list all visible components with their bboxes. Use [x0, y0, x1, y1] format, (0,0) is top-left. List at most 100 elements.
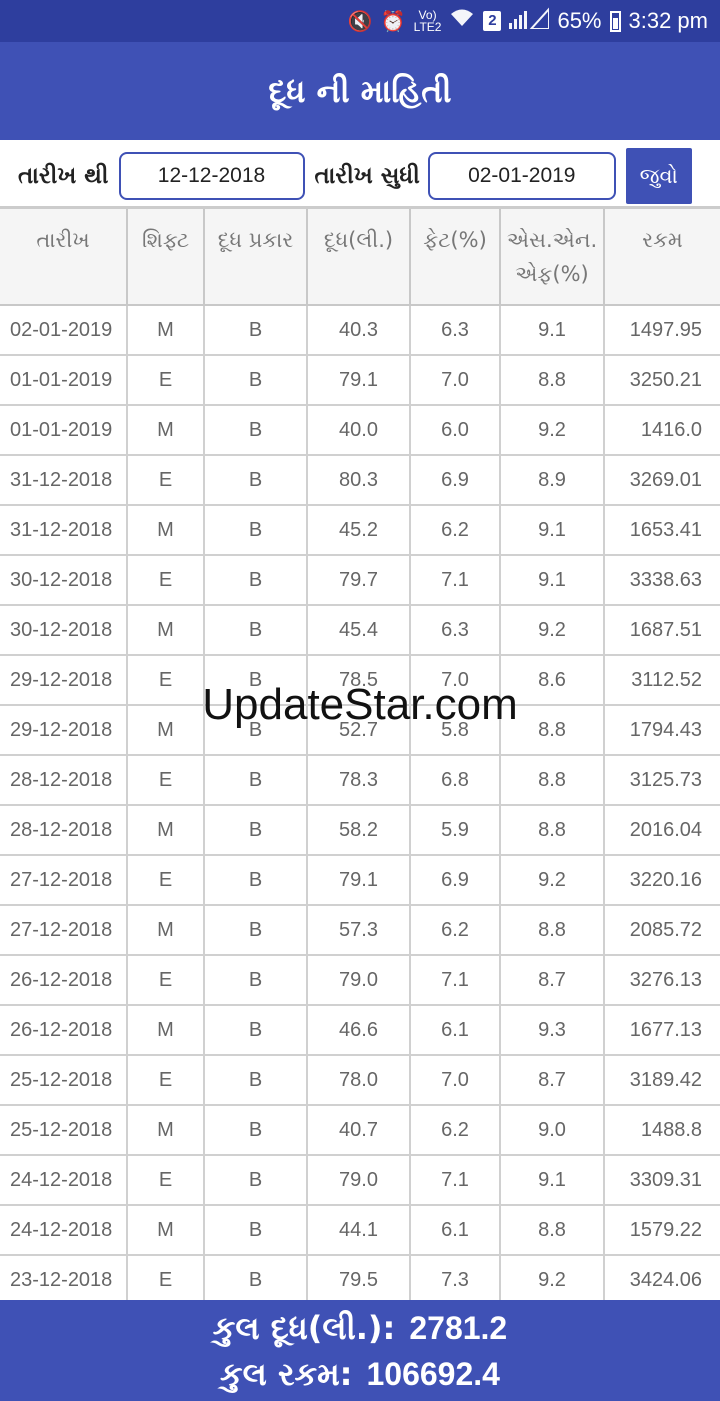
- cell-snf: 9.2: [500, 405, 605, 456]
- view-button[interactable]: જુવો: [625, 148, 692, 204]
- from-date-input[interactable]: 12-12-2018: [118, 152, 305, 200]
- volte-icon: Vo) LTE2: [413, 8, 442, 34]
- cell-fat: 6.1: [410, 1005, 501, 1056]
- milk-records-table[interactable]: તારીખ શિફ્ટ દૂધ પ્રકાર દૂધ(લી.) ફેટ(%) એ…: [0, 206, 720, 1300]
- cell-snf: 8.7: [500, 1055, 605, 1106]
- table-row[interactable]: 24-12-2018 E B 79.0 7.1 9.1 3309.31: [0, 1155, 720, 1206]
- cell-amount: 1687.51: [604, 605, 720, 656]
- table-row[interactable]: 29-12-2018 E B 78.5 7.0 8.6 3112.52: [0, 655, 720, 706]
- table-row[interactable]: 26-12-2018 M B 46.6 6.1 9.3 1677.13: [0, 1005, 720, 1056]
- cell-fat: 7.1: [410, 555, 501, 606]
- cell-fat: 6.3: [410, 605, 501, 656]
- cell-amount: 3125.73: [604, 755, 720, 806]
- total-amount-label: કુલ રકમ:: [220, 1354, 353, 1393]
- cell-milk-litre: 58.2: [307, 805, 411, 856]
- cell-shift: E: [127, 455, 205, 506]
- cell-fat: 7.1: [410, 1155, 501, 1206]
- cell-date: 31-12-2018: [0, 505, 128, 556]
- table-row[interactable]: 01-01-2019 E B 79.1 7.0 8.8 3250.21: [0, 355, 720, 406]
- to-date-input[interactable]: 02-01-2019: [427, 152, 616, 200]
- cell-milk-litre: 40.0: [307, 405, 411, 456]
- cell-snf: 8.8: [500, 1205, 605, 1256]
- cell-milk-litre: 45.4: [307, 605, 411, 656]
- total-milk-label: કુલ દૂધ(લી.):: [212, 1308, 396, 1347]
- cell-milk-type: B: [204, 755, 308, 806]
- table-row[interactable]: 30-12-2018 M B 45.4 6.3 9.2 1687.51: [0, 605, 720, 656]
- table-row[interactable]: 27-12-2018 M B 57.3 6.2 8.8 2085.72: [0, 905, 720, 956]
- table-row[interactable]: 01-01-2019 M B 40.0 6.0 9.2 1416.0: [0, 405, 720, 456]
- status-bar: 🔇 ⏰ Vo) LTE2 2 65% 3:32 pm: [0, 0, 720, 42]
- header-snf: એસ.એન. એફ(%): [500, 209, 605, 306]
- cell-milk-type: B: [204, 605, 308, 656]
- cell-snf: 9.2: [500, 605, 605, 656]
- cell-date: 30-12-2018: [0, 605, 128, 656]
- table-row[interactable]: 28-12-2018 M B 58.2 5.9 8.8 2016.04: [0, 805, 720, 856]
- cell-snf: 8.8: [500, 705, 605, 756]
- cell-date: 30-12-2018: [0, 555, 128, 606]
- cell-fat: 7.0: [410, 355, 501, 406]
- cell-fat: 7.1: [410, 955, 501, 1006]
- cell-fat: 6.0: [410, 405, 501, 456]
- table-row[interactable]: 25-12-2018 E B 78.0 7.0 8.7 3189.42: [0, 1055, 720, 1106]
- table-row[interactable]: 25-12-2018 M B 40.7 6.2 9.0 1488.8: [0, 1105, 720, 1156]
- cell-amount: 3189.42: [604, 1055, 720, 1106]
- date-filter: તારીખ થી 12-12-2018 તારીખ સુધી 02-01-201…: [0, 140, 720, 212]
- cell-shift: E: [127, 1155, 205, 1206]
- total-milk: કુલ દૂધ(લી.): 2781.2: [213, 1305, 507, 1351]
- cell-shift: E: [127, 555, 205, 606]
- cell-fat: 6.2: [410, 905, 501, 956]
- cell-date: 24-12-2018: [0, 1205, 128, 1256]
- table-row[interactable]: 30-12-2018 E B 79.7 7.1 9.1 3338.63: [0, 555, 720, 606]
- total-amount: કુલ રકમ: 106692.4: [220, 1351, 500, 1397]
- cell-milk-litre: 79.0: [307, 1155, 411, 1206]
- cell-date: 29-12-2018: [0, 705, 128, 756]
- battery-icon: [609, 10, 621, 32]
- totals-footer: કુલ દૂધ(લી.): 2781.2 કુલ રકમ: 106692.4: [0, 1300, 720, 1401]
- cell-milk-type: B: [204, 655, 308, 706]
- table-row[interactable]: 28-12-2018 E B 78.3 6.8 8.8 3125.73: [0, 755, 720, 806]
- table-row[interactable]: 29-12-2018 M B 52.7 5.8 8.8 1794.43: [0, 705, 720, 756]
- table-row[interactable]: 23-12-2018 E B 79.5 7.3 9.2 3424.06: [0, 1255, 720, 1300]
- cell-snf: 8.7: [500, 955, 605, 1006]
- cell-snf: 8.8: [500, 905, 605, 956]
- cell-milk-litre: 79.1: [307, 355, 411, 406]
- cell-milk-litre: 44.1: [307, 1205, 411, 1256]
- cell-snf: 9.2: [500, 1255, 605, 1300]
- table-row[interactable]: 26-12-2018 E B 79.0 7.1 8.7 3276.13: [0, 955, 720, 1006]
- cell-fat: 6.8: [410, 755, 501, 806]
- cell-amount: 3112.52: [604, 655, 720, 706]
- table-row[interactable]: 02-01-2019 M B 40.3 6.3 9.1 1497.95: [0, 305, 720, 356]
- alarm-icon: ⏰: [380, 10, 406, 33]
- table-row[interactable]: 27-12-2018 E B 79.1 6.9 9.2 3220.16: [0, 855, 720, 906]
- cell-milk-type: B: [204, 1005, 308, 1056]
- table-row[interactable]: 24-12-2018 M B 44.1 6.1 8.8 1579.22: [0, 1205, 720, 1256]
- cell-snf: 9.1: [500, 305, 605, 356]
- table-row[interactable]: 31-12-2018 M B 45.2 6.2 9.1 1653.41: [0, 505, 720, 556]
- cell-fat: 6.2: [410, 505, 501, 556]
- cell-shift: M: [127, 505, 205, 556]
- cell-milk-type: B: [204, 305, 308, 356]
- cell-milk-type: B: [204, 705, 308, 756]
- cell-date: 31-12-2018: [0, 455, 128, 506]
- cell-amount: 1497.95: [604, 305, 720, 356]
- cell-date: 26-12-2018: [0, 955, 128, 1006]
- table-header: તારીખ શિફ્ટ દૂધ પ્રકાર દૂધ(લી.) ફેટ(%) એ…: [0, 209, 720, 306]
- cell-date: 28-12-2018: [0, 755, 128, 806]
- cell-snf: 9.2: [500, 855, 605, 906]
- cell-fat: 7.0: [410, 1055, 501, 1106]
- cell-date: 29-12-2018: [0, 655, 128, 706]
- cell-milk-litre: 52.7: [307, 705, 411, 756]
- cell-date: 26-12-2018: [0, 1005, 128, 1056]
- cell-milk-type: B: [204, 1055, 308, 1106]
- cell-date: 25-12-2018: [0, 1055, 128, 1106]
- cell-shift: E: [127, 655, 205, 706]
- cell-snf: 9.3: [500, 1005, 605, 1056]
- cell-snf: 9.1: [500, 1155, 605, 1206]
- cell-milk-type: B: [204, 555, 308, 606]
- cell-amount: 2085.72: [604, 905, 720, 956]
- cell-milk-type: B: [204, 1205, 308, 1256]
- table-row[interactable]: 31-12-2018 E B 80.3 6.9 8.9 3269.01: [0, 455, 720, 506]
- cell-shift: M: [127, 1005, 205, 1056]
- cell-milk-type: B: [204, 955, 308, 1006]
- total-amount-value: 106692.4: [366, 1355, 500, 1392]
